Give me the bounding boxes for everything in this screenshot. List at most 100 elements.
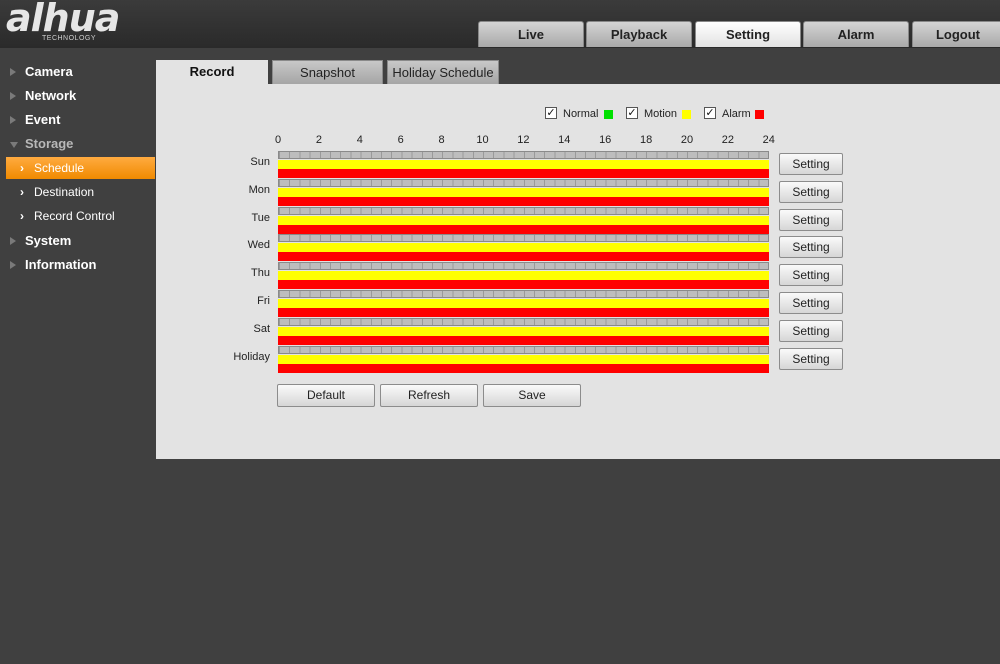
half-hour-cells[interactable] (278, 290, 769, 298)
sidebar-item-label: Event (25, 112, 61, 127)
motion-bar (278, 326, 769, 336)
row-setting-button[interactable]: Setting (779, 180, 843, 203)
motion-checkbox[interactable]: ✓ (626, 107, 638, 119)
half-hour-cells[interactable] (278, 206, 769, 215)
save-button[interactable]: Save (483, 384, 581, 407)
chevron-right-icon: › (20, 185, 24, 199)
half-hour-cells[interactable] (278, 262, 769, 271)
row-setting-button[interactable]: Setting (779, 319, 843, 342)
default-button[interactable]: Default (277, 384, 375, 407)
tab-playback[interactable]: Playback (586, 21, 692, 47)
logo-tagline: TECHNOLOGY (42, 35, 97, 42)
schedule-row[interactable] (278, 234, 769, 262)
schedule-row[interactable] (278, 151, 769, 178)
sidebar-item-label: Network (25, 88, 77, 103)
schedule-row[interactable] (278, 206, 769, 234)
schedule-row[interactable] (278, 178, 769, 206)
hour-label: 12 (517, 134, 530, 146)
sidebar-item-camera[interactable]: Camera (0, 60, 155, 84)
hour-label: 14 (558, 134, 571, 146)
motion-bar (278, 243, 769, 253)
motion-bar (278, 354, 769, 364)
schedule-row[interactable] (278, 262, 769, 290)
schedule-row[interactable] (278, 345, 769, 373)
half-hour-cells[interactable] (278, 345, 769, 354)
day-label: Wed (247, 239, 270, 252)
logo-word: alhua (6, 0, 120, 40)
expand-arrow-icon (10, 68, 16, 76)
sidebar-item-label: Information (25, 257, 97, 272)
sidebar-item-destination[interactable]: › Destination (6, 181, 155, 203)
schedule-row[interactable] (278, 290, 769, 317)
alarm-bar (278, 363, 769, 373)
hour-label: 8 (438, 134, 445, 146)
tab-setting[interactable]: Setting (695, 21, 801, 47)
tab-snapshot[interactable]: Snapshot (272, 60, 383, 84)
half-hour-cells[interactable] (278, 151, 769, 159)
motion-bar (278, 187, 769, 197)
day-label: Mon (248, 183, 270, 196)
legend-alarm-label: Alarm (722, 108, 751, 120)
chevron-right-icon: › (20, 209, 24, 223)
tab-live[interactable]: Live (478, 21, 584, 47)
tab-record[interactable]: Record (156, 60, 268, 84)
row-setting-button[interactable]: Setting (779, 208, 843, 231)
alarm-checkbox[interactable]: ✓ (704, 107, 716, 119)
hour-label: 4 (356, 134, 363, 146)
expand-arrow-icon (10, 261, 16, 269)
half-hour-cells[interactable] (278, 317, 769, 326)
alarm-bar (278, 169, 769, 178)
sidebar-item-system[interactable]: System (0, 229, 155, 253)
sidebar-item-label: Camera (25, 64, 73, 79)
motion-bar (278, 299, 769, 308)
legend-normal-label: Normal (563, 108, 599, 120)
half-hour-cells[interactable] (278, 178, 769, 187)
chevron-right-icon: › (20, 161, 24, 175)
sidebar-item-network[interactable]: Network (0, 84, 155, 108)
sidebar-item-label: Storage (25, 136, 74, 151)
alarm-bar (278, 196, 769, 206)
expand-arrow-icon (10, 92, 16, 100)
day-label: Holiday (233, 350, 270, 363)
day-label: Thu (251, 267, 270, 280)
tab-alarm[interactable]: Alarm (803, 21, 909, 47)
normal-checkbox[interactable]: ✓ (545, 107, 557, 119)
hour-label: 22 (721, 134, 735, 146)
hour-label: 0 (274, 134, 282, 146)
hour-label: 6 (397, 134, 404, 146)
sidebar-item-label: System (25, 233, 72, 248)
hour-label: 24 (762, 134, 775, 146)
sidebar-item-storage[interactable]: Storage (0, 132, 155, 156)
row-setting-button[interactable]: Setting (779, 236, 843, 259)
sidebar-item-schedule[interactable]: › Schedule (6, 157, 155, 179)
alarm-color-swatch (755, 110, 764, 119)
sidebar-item-label: Destination (34, 185, 95, 199)
row-setting-button[interactable]: Setting (779, 264, 843, 287)
tab-holiday-schedule[interactable]: Holiday Schedule (387, 60, 499, 84)
motion-bar (278, 271, 769, 281)
brand-logo: alhua TECHNOLOGY (6, 0, 146, 46)
row-setting-button[interactable]: Setting (779, 347, 843, 370)
hour-label: 18 (639, 134, 653, 146)
sidebar-item-label: Schedule (34, 161, 85, 175)
alarm-bar (278, 335, 769, 345)
schedule-row[interactable] (278, 317, 769, 345)
hour-label: 16 (599, 134, 612, 146)
alarm-bar (278, 252, 769, 262)
header: alhua TECHNOLOGY Live Playback Setting A… (0, 0, 1000, 48)
row-setting-button[interactable]: Setting (779, 153, 843, 175)
row-setting-button[interactable]: Setting (779, 292, 843, 314)
sidebar-item-information[interactable]: Information (0, 253, 155, 277)
motion-bar (278, 160, 769, 169)
half-hour-cells[interactable] (278, 234, 769, 243)
day-label: Tue (251, 211, 270, 224)
sidebar-item-record-control[interactable]: › Record Control (6, 205, 155, 227)
tab-logout[interactable]: Logout (912, 21, 1000, 47)
hour-label: 10 (476, 134, 489, 146)
sidebar-item-event[interactable]: Event (0, 108, 155, 132)
expand-arrow-icon (10, 116, 16, 124)
alarm-bar (278, 280, 769, 290)
alarm-bar (278, 308, 769, 317)
sidebar-item-label: Record Control (34, 209, 115, 223)
refresh-button[interactable]: Refresh (380, 384, 478, 407)
